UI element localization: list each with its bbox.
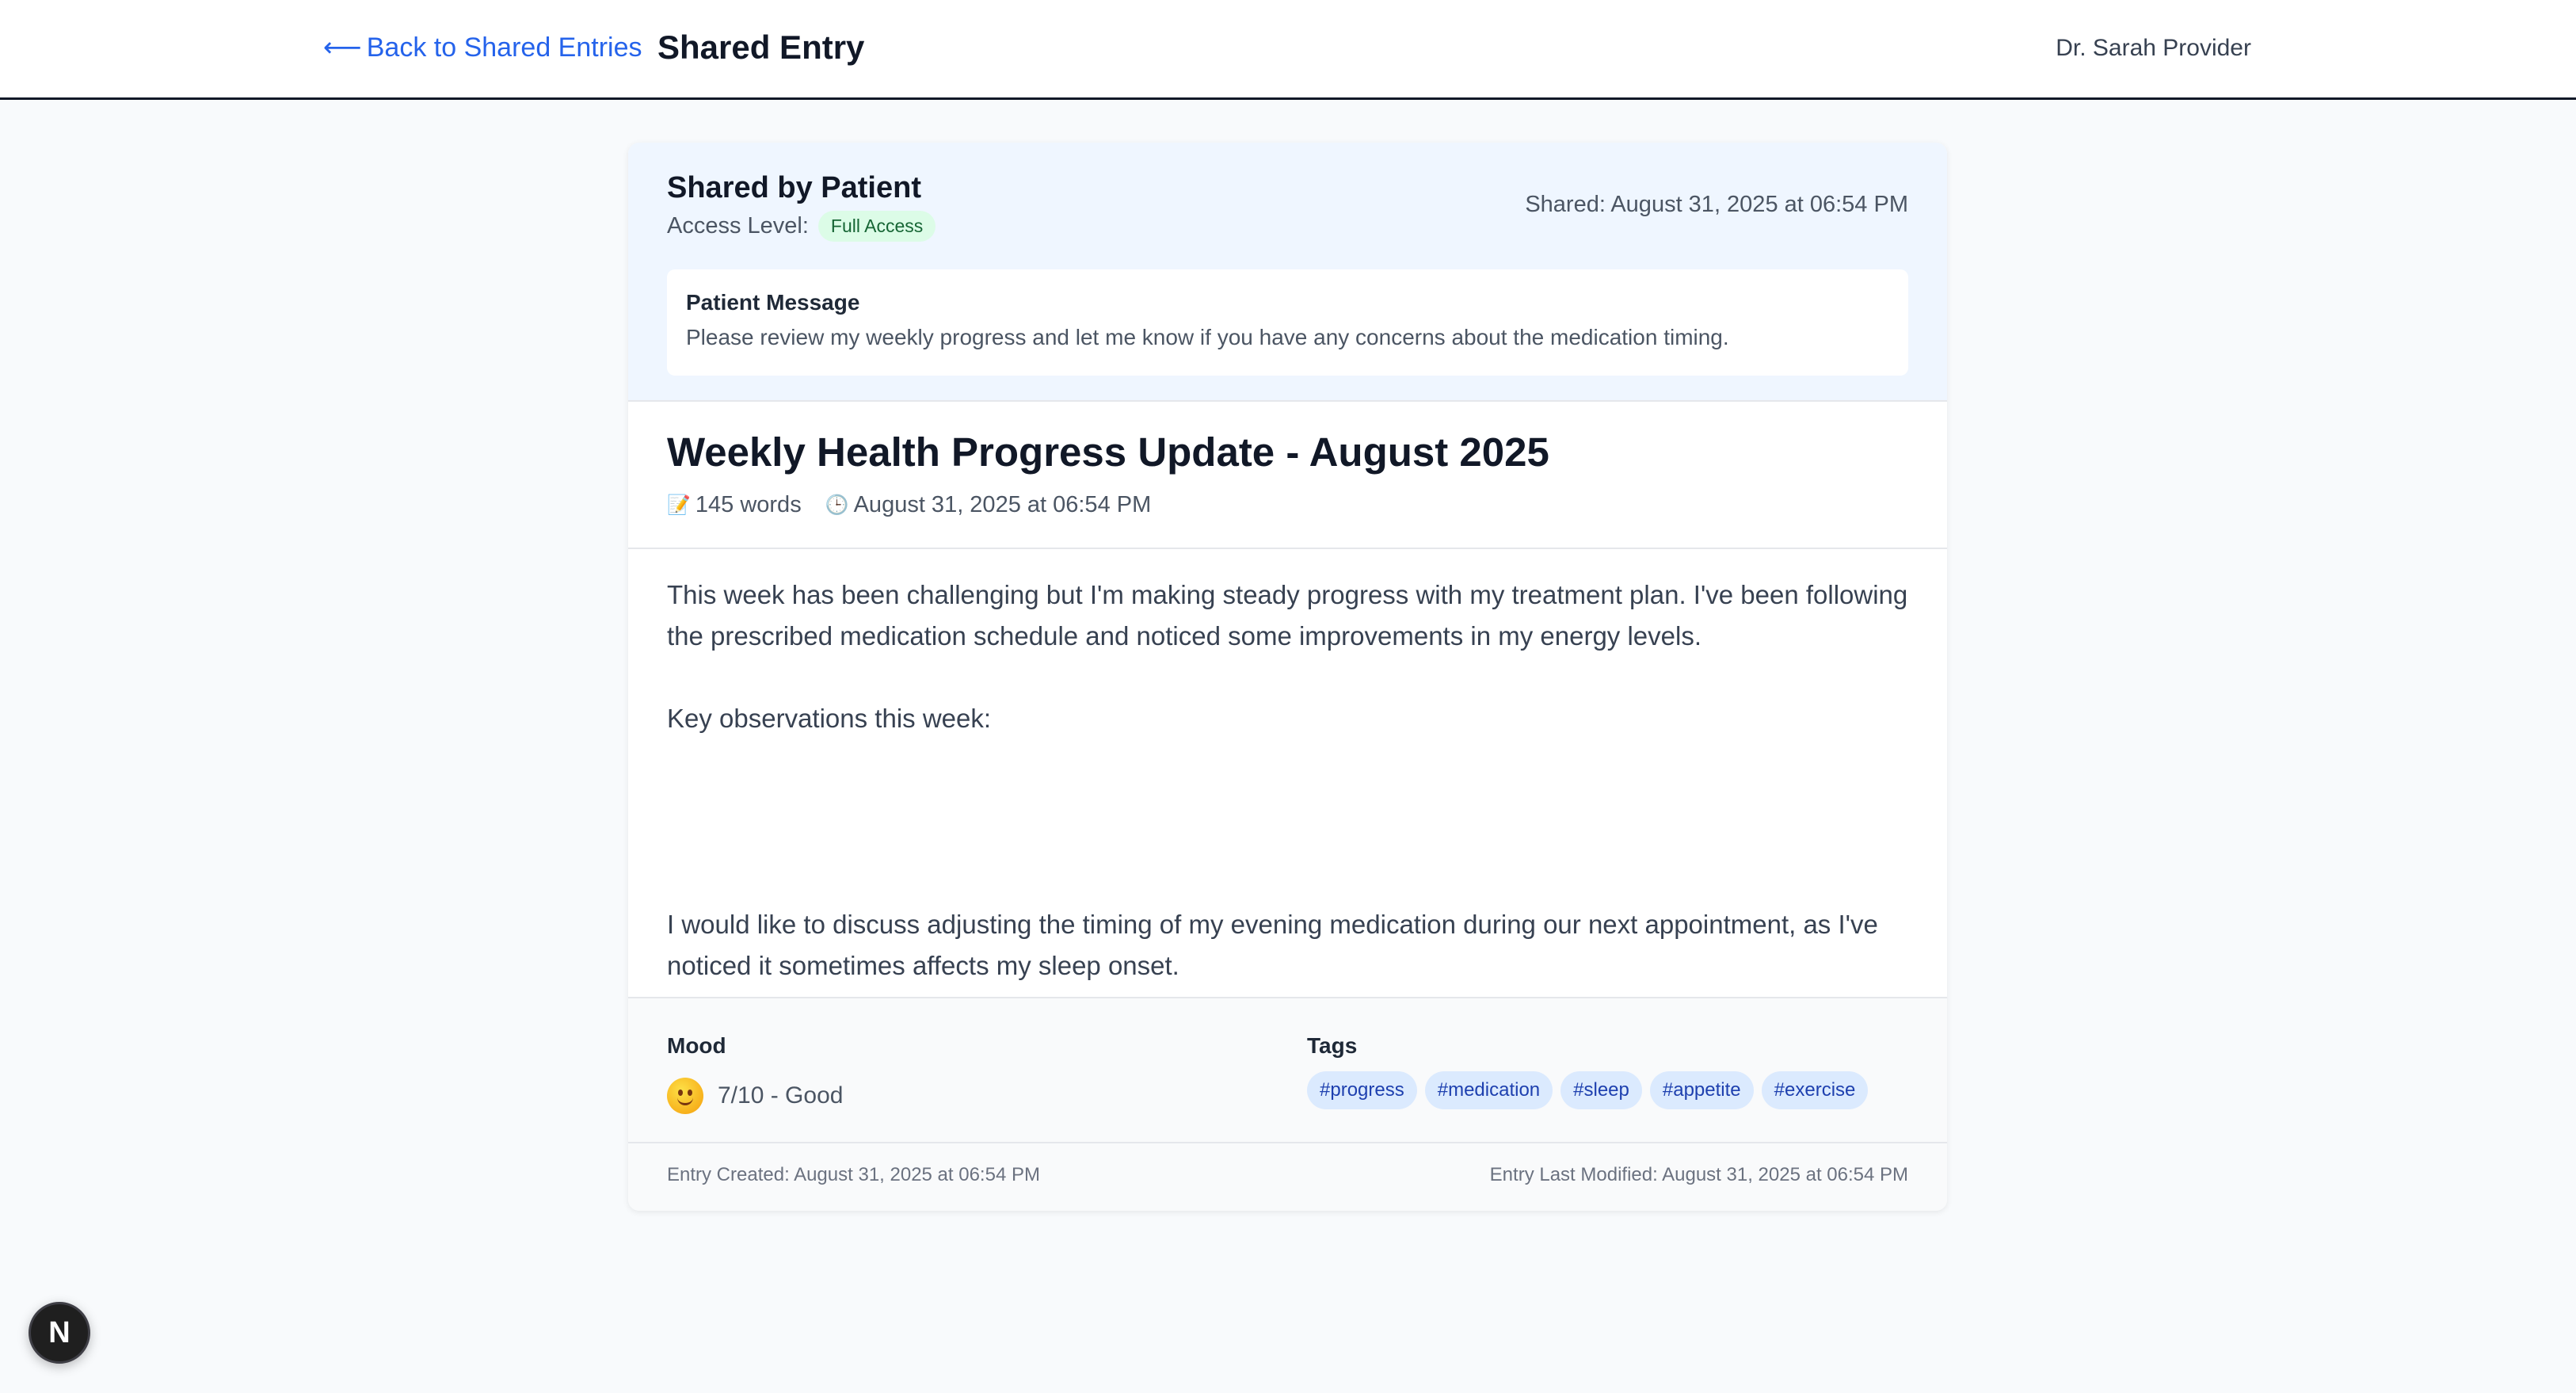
memo-icon: 📝 xyxy=(667,494,691,516)
tag-sleep: #sleep xyxy=(1560,1071,1642,1109)
patient-message-text: Please review my weekly progress and let… xyxy=(686,325,1729,349)
tags-label: Tags xyxy=(1307,1033,1358,1058)
tag-list: #progress #medication #sleep #appetite #… xyxy=(1307,1071,1869,1109)
tag-medication: #medication xyxy=(1424,1071,1553,1109)
access-level-badge: Full Access xyxy=(817,211,936,242)
entry-date-text: August 31, 2025 at 06:54 PM xyxy=(853,492,1152,517)
share-banner: Shared by Patient Access Level: Full Acc… xyxy=(628,143,1947,402)
arrow-left-icon: ⟵ xyxy=(323,32,362,63)
page-title: Shared Entry xyxy=(657,29,865,66)
entry-paragraph: This week has been challenging but I'm m… xyxy=(667,580,1908,651)
tag-progress: #progress xyxy=(1307,1071,1417,1109)
access-level-label: Access Level: xyxy=(667,213,809,239)
tag-appetite: #appetite xyxy=(1649,1071,1754,1109)
entry-date: 🕒 August 31, 2025 at 06:54 PM xyxy=(825,492,1152,518)
mood-label: Mood xyxy=(667,1033,726,1058)
entry-footer: Entry Created: August 31, 2025 at 06:54 … xyxy=(628,1143,1947,1211)
entry-paragraph: Key observations this week: xyxy=(667,704,992,733)
nextjs-dev-indicator-button[interactable]: N xyxy=(29,1302,90,1364)
entry-body: This week has been challenging but I'm m… xyxy=(667,574,1908,1028)
shared-by-heading: Shared by Patient xyxy=(667,171,921,204)
tag-exercise: #exercise xyxy=(1761,1071,1869,1109)
entry-title: Weekly Health Progress Update - August 2… xyxy=(667,429,1549,475)
clock-icon: 🕒 xyxy=(825,494,849,516)
word-count: 📝 145 words xyxy=(667,492,802,518)
patient-message-box: Patient Message Please review my weekly … xyxy=(667,269,1908,376)
entry-meta-row: 📝 145 words 🕒 August 31, 2025 at 06:54 P… xyxy=(667,492,1175,518)
entry-paragraph: I would like to discuss adjusting the ti… xyxy=(667,910,1878,980)
mood-value-text: 7/10 - Good xyxy=(718,1082,844,1109)
back-link-label: Back to Shared Entries xyxy=(366,32,642,63)
entry-modified-date: Entry Last Modified: August 31, 2025 at … xyxy=(1489,1164,1908,1185)
user-name: Dr. Sarah Provider xyxy=(2056,35,2251,61)
mood-value: 7/10 - Good xyxy=(667,1078,843,1114)
entry-empty-list xyxy=(667,780,1908,863)
entry-title-section: Weekly Health Progress Update - August 2… xyxy=(628,402,1947,549)
slightly-smiling-face-icon xyxy=(667,1078,703,1114)
entry-created-date: Entry Created: August 31, 2025 at 06:54 … xyxy=(667,1164,1040,1185)
mood-tags-section: Mood 7/10 - Good Tags #progress #medicat… xyxy=(628,997,1947,1143)
word-count-text: 145 words xyxy=(695,492,802,517)
patient-message-label: Patient Message xyxy=(686,290,860,315)
back-to-shared-entries-link[interactable]: ⟵ Back to Shared Entries xyxy=(323,32,642,63)
shared-date: Shared: August 31, 2025 at 06:54 PM xyxy=(1525,192,1908,217)
entry-card: Shared by Patient Access Level: Full Acc… xyxy=(628,143,1947,1211)
access-level-row: Access Level: Full Access xyxy=(667,211,936,242)
nextjs-logo-icon: N xyxy=(48,1315,70,1349)
top-bar: ⟵ Back to Shared Entries Shared Entry Dr.… xyxy=(0,0,2576,100)
